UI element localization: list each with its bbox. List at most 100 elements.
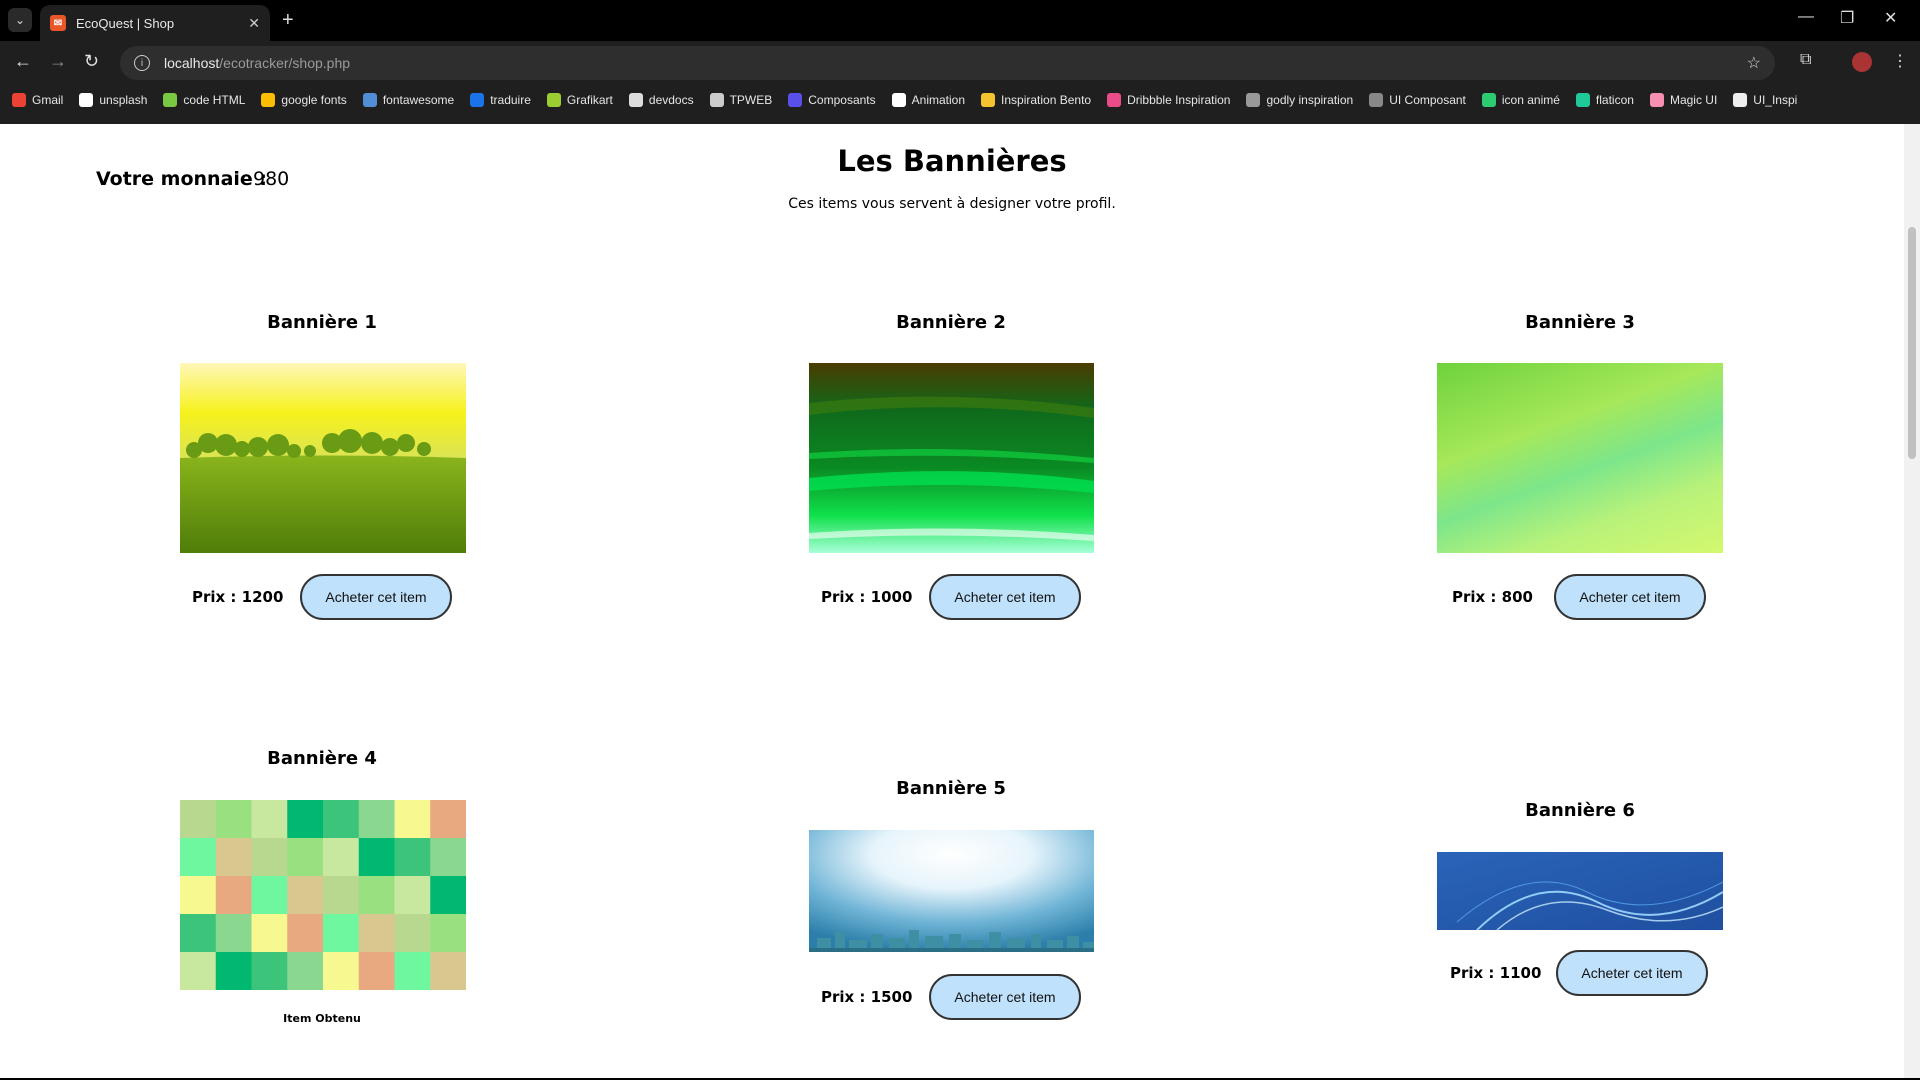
bookmark-label: Gmail — [32, 93, 64, 107]
tab-title: EcoQuest | Shop — [76, 15, 175, 31]
bookmark-label: Animation — [911, 93, 966, 107]
banner-image — [809, 363, 1094, 553]
banner-title: Bannière 3 — [1525, 312, 1635, 333]
mosaic-tile — [251, 876, 288, 915]
bookmark-item[interactable]: Inspiration Bento — [981, 93, 1091, 107]
buy-button[interactable]: Acheter cet item — [1556, 950, 1708, 996]
tab-active[interactable]: ✉ EcoQuest | Shop ✕ — [40, 5, 270, 41]
mosaic-tile — [358, 952, 395, 990]
buy-button[interactable]: Acheter cet item — [929, 574, 1081, 620]
site-info-icon[interactable]: i — [134, 55, 150, 71]
bookmark-item[interactable]: icon animé — [1481, 93, 1560, 107]
restore-icon[interactable]: ❐ — [1840, 8, 1854, 28]
mosaic-tile — [180, 800, 217, 839]
bookmark-item[interactable]: Gmail — [12, 93, 63, 107]
bookmark-icon — [163, 93, 178, 107]
url-host: localhost — [164, 55, 220, 71]
address-bar[interactable]: i localhost /ecotracker/shop.php ☆ — [120, 46, 1775, 80]
mosaic-tile — [394, 800, 431, 839]
banner-image — [809, 830, 1094, 952]
banner-title: Bannière 1 — [267, 312, 377, 333]
bookmark-icon — [261, 93, 276, 107]
bookmark-item[interactable]: fontawesome — [362, 93, 455, 107]
bookmark-item[interactable]: Composants — [788, 93, 876, 107]
mosaic-tile — [287, 800, 324, 839]
mosaic-tile — [180, 952, 217, 990]
banner-image — [180, 800, 466, 990]
extensions-icon[interactable]: ⧉ — [1800, 51, 1811, 69]
bookmark-item[interactable]: google fonts — [261, 93, 347, 107]
buy-button[interactable]: Acheter cet item — [1554, 574, 1706, 620]
bookmark-icon — [788, 93, 803, 107]
mosaic-tile — [430, 838, 466, 877]
bookmark-item[interactable]: devdocs — [628, 93, 694, 107]
bookmark-label: google fonts — [281, 93, 347, 107]
bookmark-icon — [79, 93, 94, 107]
mosaic-tile — [323, 838, 360, 877]
mosaic-tile — [215, 838, 252, 877]
bookmark-label: traduire — [490, 93, 531, 107]
scrollbar-thumb[interactable] — [1908, 227, 1916, 459]
banner-price: Prix : 800 — [1452, 588, 1533, 606]
bookmark-label: Grafikart — [566, 93, 613, 107]
mosaic-tile — [394, 838, 431, 877]
mosaic-tile — [358, 800, 395, 839]
bookmark-item[interactable]: code HTML — [163, 93, 245, 107]
bookmark-item[interactable]: TPWEB — [709, 93, 772, 107]
vertical-scrollbar[interactable] — [1904, 124, 1920, 1078]
bookmark-icon — [12, 93, 26, 107]
bookmark-item[interactable]: UI Composant — [1369, 93, 1466, 107]
mosaic-tile — [287, 952, 324, 990]
tab-search-icon[interactable]: ⌄ — [8, 8, 32, 32]
banner-image — [1437, 852, 1723, 930]
banner-title: Bannière 6 — [1525, 800, 1635, 821]
bookmark-label: UI Composant — [1389, 93, 1466, 107]
close-window-icon[interactable]: ✕ — [1884, 8, 1897, 28]
profile-avatar[interactable] — [1852, 52, 1872, 72]
page-title: Les Bannières — [837, 144, 1067, 178]
mosaic-tile — [358, 914, 395, 953]
bookmark-label: fontawesome — [382, 93, 455, 107]
bookmark-item[interactable]: UI_Inspi — [1733, 93, 1797, 107]
mosaic-tile — [394, 914, 431, 953]
bookmark-icon — [546, 93, 561, 107]
buy-button[interactable]: Acheter cet item — [300, 574, 452, 620]
bookmark-icon — [362, 93, 377, 107]
bookmark-label: godly inspiration — [1266, 93, 1354, 107]
back-icon[interactable]: ← — [14, 51, 32, 72]
minimize-icon[interactable]: — — [1798, 8, 1814, 26]
bookmark-label: Dribbble Inspiration — [1127, 93, 1231, 107]
bookmark-label: flaticon — [1595, 93, 1634, 107]
bookmark-icon — [628, 93, 643, 107]
bookmark-star-icon[interactable]: ☆ — [1747, 53, 1761, 73]
new-tab-icon[interactable]: + — [282, 8, 294, 32]
mosaic-tile — [180, 876, 217, 915]
mosaic-tile — [430, 800, 466, 839]
menu-kebab-icon[interactable]: ⋮ — [1892, 51, 1908, 71]
bookmark-item[interactable]: traduire — [470, 93, 531, 107]
tab-close-icon[interactable]: ✕ — [248, 15, 260, 32]
bookmark-item[interactable]: Magic UI — [1649, 93, 1717, 107]
mosaic-tile — [323, 800, 360, 839]
forward-icon[interactable]: → — [49, 51, 67, 72]
mosaic-tile — [394, 876, 431, 915]
toolbar: ← → ↻ i localhost /ecotracker/shop.php ☆… — [0, 41, 1920, 83]
bookmark-item[interactable]: Grafikart — [546, 93, 613, 107]
bookmark-icon — [1481, 93, 1496, 107]
buy-button[interactable]: Acheter cet item — [929, 974, 1081, 1020]
bookmarks-bar: Gmail unsplash code HTML google fonts fontaw… — [0, 88, 1920, 112]
bookmark-item[interactable]: unsplash — [79, 93, 147, 107]
bookmark-item[interactable]: Animation — [891, 93, 966, 107]
mosaic-tile — [430, 952, 466, 990]
reload-icon[interactable]: ↻ — [84, 51, 99, 72]
bookmark-item[interactable]: Dribbble Inspiration — [1107, 93, 1230, 107]
bookmark-item[interactable]: flaticon — [1575, 93, 1634, 107]
mosaic-tile — [251, 838, 288, 877]
bookmark-item[interactable]: godly inspiration — [1246, 93, 1353, 107]
mosaic-tile — [323, 876, 360, 915]
mosaic-tile — [215, 914, 252, 953]
mosaic-tile — [323, 952, 360, 990]
banner-title: Bannière 5 — [896, 778, 1006, 799]
banner-price: Prix : 1100 — [1450, 964, 1542, 982]
mosaic-tile — [358, 838, 395, 877]
